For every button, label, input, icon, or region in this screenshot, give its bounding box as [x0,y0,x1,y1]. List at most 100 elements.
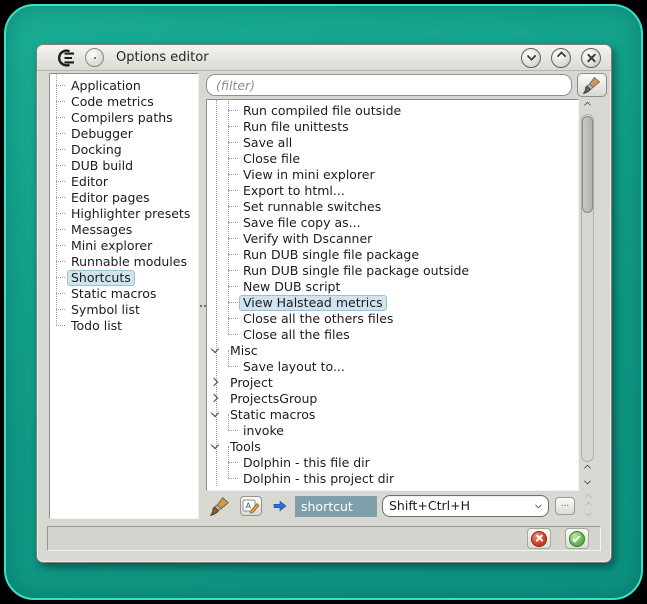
tree-row[interactable]: Save all [207,134,578,150]
clear-shortcut-button[interactable] [209,495,231,517]
cancel-button[interactable] [527,528,551,549]
chevron-up-icon [584,102,591,109]
window-menu-button[interactable] [85,48,104,67]
tree-row[interactable]: Tools [207,438,578,454]
tree-row-label: Verify with Dscanner [239,231,376,247]
tree-row[interactable]: Verify with Dscanner [207,230,578,246]
maximize-button[interactable] [551,48,571,68]
sidebar-item[interactable]: Messages [50,221,198,237]
tree-row-label: Dolphin - this project dir [239,471,398,487]
filter-input[interactable] [206,74,572,96]
scroll-up-button[interactable] [579,100,596,113]
tree-row[interactable]: Run DUB single file package [207,246,578,262]
scroll-up-button-secondary[interactable] [579,463,596,476]
menu-dot-icon [94,57,96,59]
tree-row[interactable]: Save file copy as... [207,214,578,230]
shortcuts-page: Run compiled file outside Run file unitt… [206,73,607,522]
sidebar-item[interactable]: Runnable modules [50,253,198,269]
tree-row[interactable]: Dolphin - this project dir [207,470,578,486]
tree-row[interactable]: Close all the files [207,326,578,342]
tree-row-label: Tools [226,439,265,455]
sidebar-item[interactable]: Docking [50,141,198,157]
close-button[interactable] [581,48,601,68]
tree-row-label: Close all the files [239,327,354,343]
chevron-down-icon [584,478,591,485]
sidebar-item[interactable]: Shortcuts [50,269,198,285]
tree-row[interactable]: View Halstead metrics [207,294,578,310]
tree-row-label: View Halstead metrics [239,295,387,311]
sidebar-item[interactable]: Application [50,77,198,93]
category-list: Application Code metrics Compilers paths… [49,73,199,519]
brush-icon [582,75,602,95]
sidebar-item[interactable]: DUB build [50,157,198,173]
more-button[interactable]: ... [555,497,575,515]
shortcuts-tree-area: Run compiled file outside Run file unitt… [206,99,596,491]
scrollbar-track[interactable] [581,114,594,462]
sidebar-item-label: Highlighter presets [67,206,194,222]
chevron-up-icon [556,51,566,61]
filter-row [206,73,607,97]
tree-row-label: New DUB script [239,279,344,295]
minimize-button[interactable] [521,48,541,68]
rename-shortcut-button[interactable]: A [240,496,262,516]
chevron-up-icon [584,465,591,472]
sidebar-item[interactable]: Debugger [50,125,198,141]
sidebar-item[interactable]: Mini explorer [50,237,198,253]
tree-row-label: Set runnable switches [239,199,385,215]
tree-row[interactable]: Run file unittests [207,118,578,134]
tree-row-label: ProjectsGroup [226,391,321,407]
tree-row-label: Run DUB single file package [239,247,423,263]
clear-filter-button[interactable] [577,73,607,97]
sidebar-item-label: Compilers paths [67,110,177,126]
sidebar-item-label: DUB build [67,158,137,174]
sidebar-item[interactable]: Editor pages [50,189,198,205]
tree-row[interactable]: ProjectsGroup [207,390,578,406]
property-name-cell[interactable]: shortcut [295,496,377,517]
sidebar-item[interactable]: Todo list [50,317,198,333]
tree-row[interactable]: New DUB script [207,278,578,294]
tree-row[interactable]: Close all the others files [207,310,578,326]
tree-row-label: Run file unittests [239,119,353,135]
sidebar-item-label: Docking [67,142,126,158]
sidebar-item[interactable]: Highlighter presets [50,205,198,221]
accept-button[interactable] [565,528,589,549]
chevron-down-icon [535,501,542,508]
desktop-background: Options editor Application Code metrics … [0,0,647,604]
sidebar-item-label: Editor [67,174,112,190]
chevron-up-icon [585,493,592,500]
scrollbar-thumb[interactable] [582,116,593,213]
sidebar-item[interactable]: Static macros [50,285,198,301]
tree-row[interactable]: Misc [207,342,578,358]
tree-row-label: Save file copy as... [239,215,365,231]
tree-row[interactable]: Close file [207,150,578,166]
status-bar [47,526,601,551]
scroll-down-button[interactable] [579,476,596,489]
tree-row-label: invoke [239,423,288,439]
sidebar-item-label: Editor pages [67,190,154,206]
splitter-handle[interactable] [199,73,206,522]
chevron-up-icon [585,501,592,508]
tree-row[interactable]: Run DUB single file package outside [207,262,578,278]
tree-row[interactable]: Set runnable switches [207,198,578,214]
property-scroll-indicator [581,496,596,517]
sidebar-item-label: Debugger [67,126,137,142]
tree-row[interactable]: Export to html... [207,182,578,198]
sidebar-item[interactable]: Compilers paths [50,109,198,125]
shortcut-value-combo[interactable]: Shift+Ctrl+H [382,495,549,517]
tree-row[interactable]: View in mini explorer [207,166,578,182]
sidebar-item[interactable]: Editor [50,173,198,189]
tree-row[interactable]: invoke [207,422,578,438]
vertical-scrollbar[interactable] [579,99,596,491]
sidebar-item-label: Shortcuts [67,270,135,286]
tree-row[interactable]: Project [207,374,578,390]
tree-row-label: Project [226,375,277,391]
sidebar-item[interactable]: Symbol list [50,301,198,317]
sidebar-item[interactable]: Code metrics [50,93,198,109]
titlebar[interactable]: Options editor [37,45,611,71]
tree-row[interactable]: Save layout to... [207,358,578,374]
window-title: Options editor [116,50,511,65]
tree-row[interactable]: Dolphin - this file dir [207,454,578,470]
sidebar-item-label: Code metrics [67,94,158,110]
tree-row[interactable]: Static macros [207,406,578,422]
tree-row[interactable]: Run compiled file outside [207,102,578,118]
